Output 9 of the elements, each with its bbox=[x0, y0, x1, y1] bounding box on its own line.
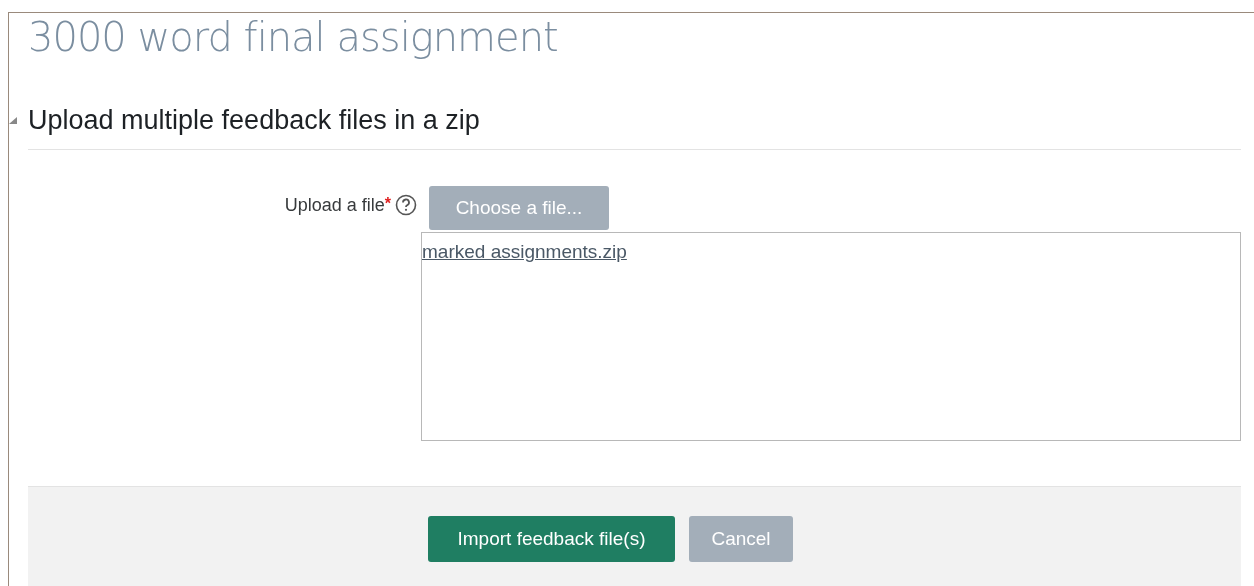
field-label: Upload a file bbox=[284, 194, 385, 217]
section-heading[interactable]: Upload multiple feedback files in a zip bbox=[28, 103, 480, 137]
collapse-caret-icon[interactable] bbox=[8, 115, 18, 125]
page-title: 3000 word final assignment bbox=[28, 13, 558, 61]
file-link[interactable]: marked assignments.zip bbox=[422, 241, 627, 263]
import-button[interactable]: Import feedback file(s) bbox=[428, 516, 675, 562]
file-drop-area[interactable]: marked assignments.zip bbox=[421, 232, 1241, 441]
required-mark: * bbox=[384, 194, 391, 214]
help-icon[interactable] bbox=[395, 194, 417, 216]
